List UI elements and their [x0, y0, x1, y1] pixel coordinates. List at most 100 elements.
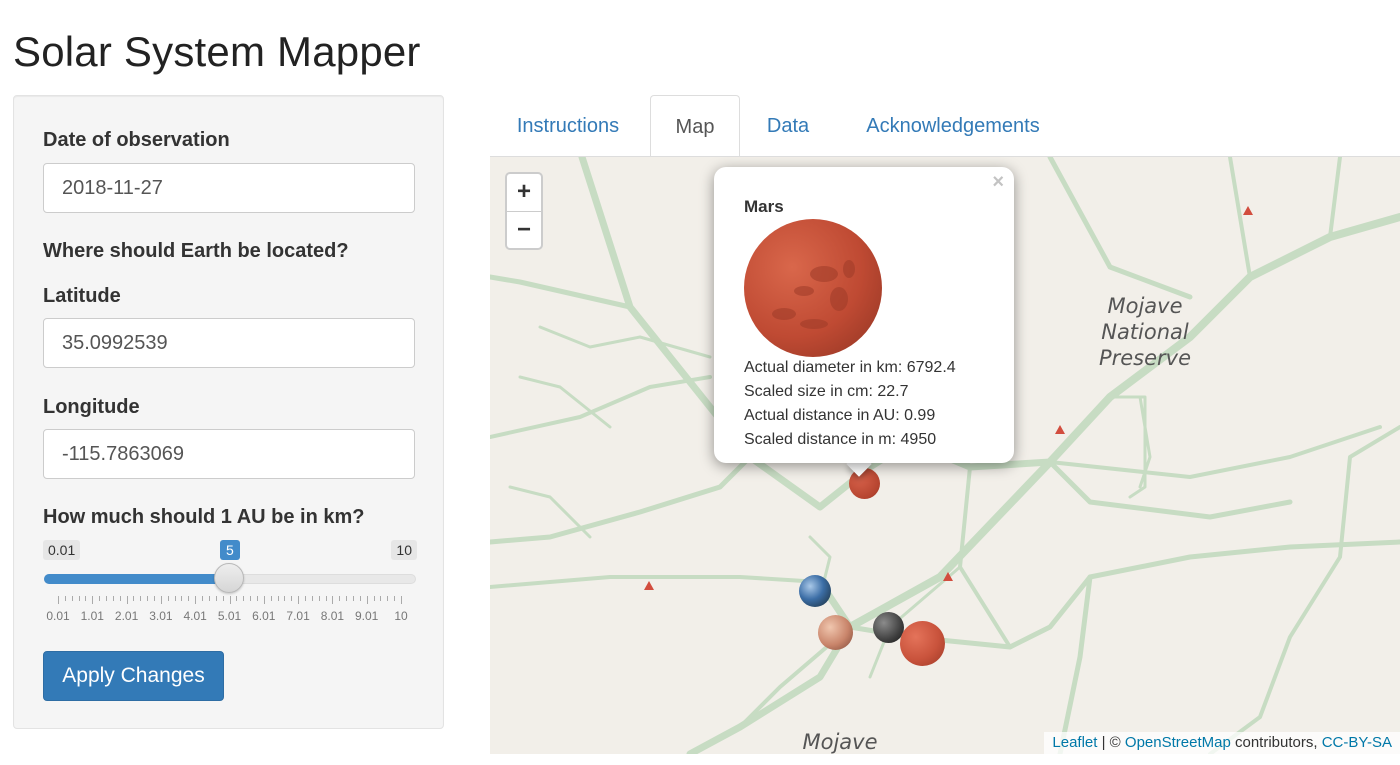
slider-tick — [401, 596, 402, 604]
mars-marker[interactable] — [849, 468, 880, 499]
slider-fill — [44, 574, 230, 584]
slider-tick — [387, 596, 389, 601]
zoom-in-button[interactable]: + — [507, 174, 541, 212]
peak-marker-icon — [1055, 425, 1065, 434]
latitude-label: Latitude — [43, 285, 121, 307]
venus-marker[interactable] — [818, 615, 853, 650]
slider-tick — [222, 596, 224, 601]
slider-tick — [366, 596, 368, 604]
place-label-preserve: Mojave National Preserve — [1098, 294, 1192, 370]
slider-tick — [256, 596, 258, 601]
peak-marker-icon — [644, 581, 654, 590]
slider-tick — [346, 596, 348, 601]
slider-tick — [154, 596, 156, 601]
slider-tick — [284, 596, 286, 601]
zoom-control: + − — [505, 172, 543, 250]
app-title: Solar System Mapper — [13, 28, 421, 75]
mercury-marker[interactable] — [873, 612, 904, 643]
slider-tick — [339, 596, 341, 601]
popup-line: Scaled size in cm: 22.7 — [744, 383, 909, 400]
date-label: Date of observation — [43, 129, 230, 151]
popup-line: Scaled distance in m: 4950 — [744, 431, 937, 448]
slider-tick — [147, 596, 149, 601]
slider-tick — [291, 596, 293, 601]
slider-tick — [277, 596, 279, 601]
slider-tick — [92, 596, 94, 604]
slider-value-badge: 5 — [220, 540, 240, 560]
earth-location-heading: Where should Earth be located? — [43, 240, 349, 262]
longitude-input[interactable]: -115.7863069 — [43, 429, 415, 479]
popup-planet-image — [744, 219, 882, 357]
planet-marker[interactable] — [900, 621, 945, 666]
popup-planet-name: Mars — [744, 197, 784, 216]
slider-tick — [332, 596, 334, 604]
slider-tick — [78, 596, 80, 601]
au-slider[interactable]: 0.01 5 10 0.01 1.01 2.01 3.01 4.01 5.01 6.01 7.… — [43, 536, 417, 626]
date-input[interactable]: 2018-11-27 — [43, 163, 415, 213]
slider-tick — [133, 596, 135, 601]
slider-tick — [208, 596, 210, 601]
zoom-out-button[interactable]: − — [507, 212, 541, 249]
slider-tick — [85, 596, 87, 601]
slider-min-label: 0.01 — [43, 540, 81, 560]
leaflet-link[interactable]: Leaflet — [1052, 734, 1097, 751]
slider-tick — [352, 596, 354, 601]
popup-line: Actual distance in AU: 0.99 — [744, 407, 936, 424]
earth-marker[interactable] — [799, 575, 831, 607]
slider-max-label: 10 — [391, 540, 417, 560]
place-label-mojave: Mojave — [802, 730, 878, 754]
slider-tick — [188, 596, 190, 601]
slider-tick — [167, 596, 169, 601]
slider-tick — [250, 596, 252, 601]
slider-tick — [215, 596, 217, 601]
slider-tick — [126, 596, 128, 604]
slider-tick — [394, 596, 396, 601]
slider-tick — [140, 596, 142, 601]
au-scale-label: How much should 1 AU be in km? — [43, 506, 365, 528]
slider-handle[interactable] — [214, 563, 245, 593]
slider-tick — [298, 596, 300, 604]
tab-data[interactable]: Data — [746, 95, 830, 157]
slider-tick — [373, 596, 375, 601]
map-attribution: Leaflet | © OpenStreetMap contributors, … — [1044, 732, 1400, 754]
planet-popup: × Mars Actual diameter in km: 6792.4 Sca… — [714, 167, 1014, 463]
peak-marker-icon — [943, 572, 953, 581]
slider-tick — [64, 596, 66, 601]
slider-tick — [263, 596, 265, 604]
planet-surface-texture — [772, 260, 855, 329]
slider-tick — [71, 596, 73, 601]
peak-marker-icon — [1243, 206, 1253, 215]
attribution-separator: | © — [1097, 734, 1125, 751]
slider-tick — [229, 596, 231, 604]
slider-tick — [359, 596, 361, 601]
slider-tick — [160, 596, 162, 604]
license-link[interactable]: CC-BY-SA — [1322, 734, 1392, 751]
tab-acknowledgements[interactable]: Acknowledgements — [840, 95, 1066, 157]
apply-changes-button[interactable]: Apply Changes — [43, 651, 224, 701]
slider-tick — [202, 596, 204, 601]
slider-tick — [311, 596, 313, 601]
slider-tick — [380, 596, 382, 601]
slider-ticks: 0.01 1.01 2.01 3.01 4.01 5.01 6.01 7.01 8.01 9.01… — [43, 596, 417, 626]
slider-tick — [195, 596, 197, 604]
slider-tick — [58, 596, 59, 604]
slider-tick — [243, 596, 245, 601]
slider-tick — [325, 596, 327, 601]
slider-tick — [236, 596, 238, 601]
slider-tick — [119, 596, 121, 601]
slider-tick — [99, 596, 101, 601]
sidebar-panel: Date of observation 2018-11-27 Where sho… — [13, 95, 444, 729]
latitude-input[interactable]: 35.0992539 — [43, 318, 415, 368]
popup-close-icon[interactable]: × — [992, 171, 1004, 194]
tab-bar: Instructions Map Data Acknowledgements — [490, 95, 1400, 157]
slider-tick — [318, 596, 320, 601]
tab-map[interactable]: Map — [650, 95, 740, 157]
slider-tick — [174, 596, 176, 601]
slider-tick — [112, 596, 114, 601]
longitude-label: Longitude — [43, 396, 140, 418]
tab-instructions[interactable]: Instructions — [490, 95, 646, 157]
map-view[interactable]: + − Mojave National Preserve Mojave × Ma… — [490, 157, 1400, 754]
osm-link[interactable]: OpenStreetMap — [1125, 734, 1231, 751]
slider-tick — [181, 596, 183, 601]
slider-tick — [106, 596, 108, 601]
